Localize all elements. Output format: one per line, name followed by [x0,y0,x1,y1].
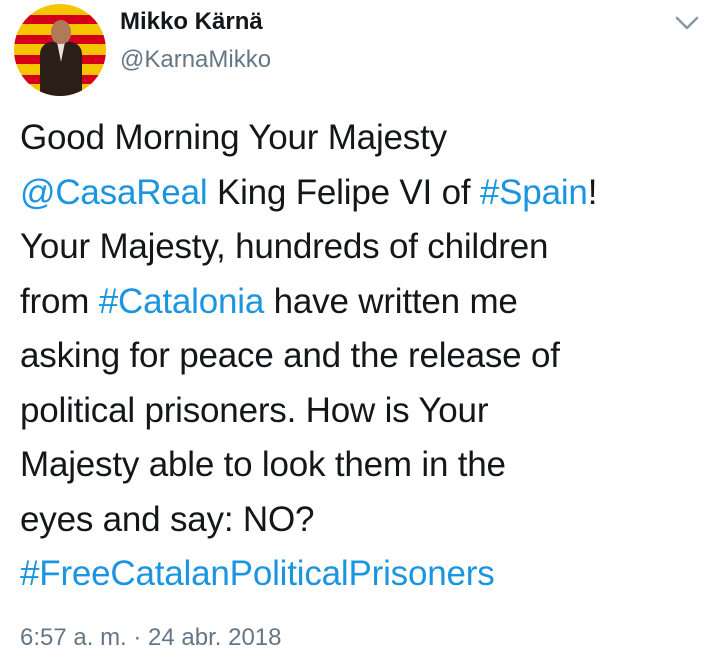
tweet-text-line: #FreeCatalanPoliticalPrisoners [20,547,710,602]
tweet-text-segment: King Felipe VI of [207,172,480,212]
chevron-down-icon[interactable] [670,8,704,36]
tweet-text-line: political prisoners. How is Your [20,384,710,439]
tweet-text-line: Good Morning Your Majesty [20,111,710,166]
tweet-text-line: Majesty able to look them in the [20,438,710,493]
tweet-text-line: eyes and say: NO? [20,493,710,548]
tweet-text-segment: Your Majesty, hundreds of children [20,227,549,266]
tweet-text: Good Morning Your Majesty @CasaReal King … [20,111,710,602]
mention-link[interactable]: @CasaReal [20,173,208,212]
tweet-text-segment: eyes and say: NO? [20,499,315,539]
tweet-text-segment: Majesty able to look them in the [20,445,506,484]
tweet-text-segment: from [20,281,99,321]
tweet-text-segment: ! [587,172,598,212]
tweet-text-line: asking for peace and the release of [20,329,710,384]
hashtag-link[interactable]: #FreeCatalanPoliticalPrisoners [20,554,495,593]
tweet-text-segment: Good Morning Your Majesty [20,118,447,157]
tweet-text-segment: political prisoners. How is Your [20,390,489,430]
tweet-text-segment: asking for peace and the release of [20,336,560,375]
tweet-text-line: from #Catalonia have written me [20,275,710,330]
tweet-text-line: Your Majesty, hundreds of children [20,220,710,275]
tweet-card: Mikko Kärnä @KarnaMikko Good Morning You… [0,0,720,660]
avatar[interactable] [14,4,106,96]
author-display-name[interactable]: Mikko Kärnä [120,8,263,36]
author-handle[interactable]: @KarnaMikko [120,46,271,74]
profile-photo-figure [40,20,82,96]
tweet-text-segment: have written me [264,281,518,321]
hashtag-link[interactable]: #Catalonia [99,282,265,321]
hashtag-link[interactable]: #Spain [480,173,588,212]
tweet-timestamp[interactable]: 6:57 a. m. · 24 abr. 2018 [20,624,282,652]
tweet-text-line: @CasaReal King Felipe VI of #Spain! [20,166,710,221]
